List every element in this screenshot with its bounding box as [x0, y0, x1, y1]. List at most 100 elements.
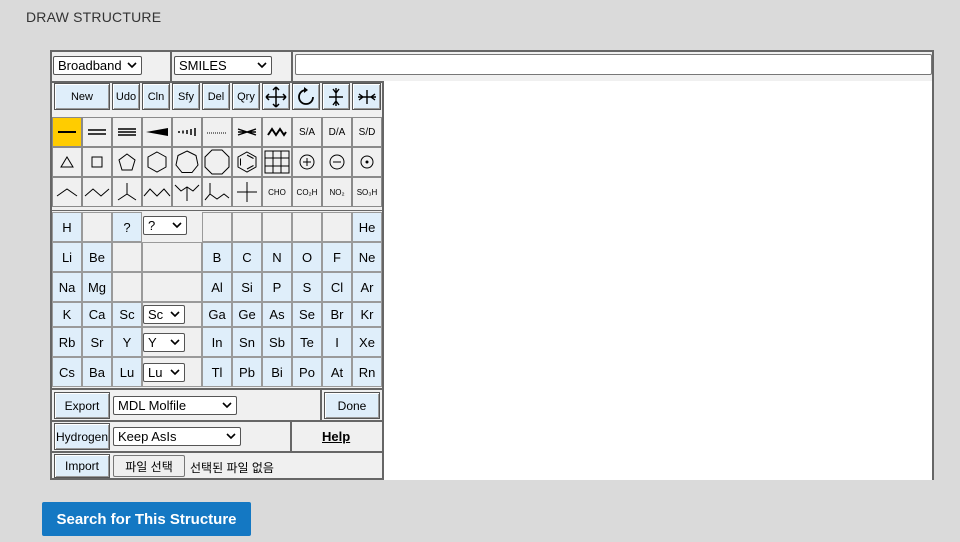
element-Sb[interactable]: Sb: [262, 327, 292, 357]
cyclobutane-tool[interactable]: [82, 147, 112, 177]
flip-horizontal-button[interactable]: [352, 83, 381, 110]
element-P[interactable]: P: [262, 272, 292, 302]
single-bond-tool[interactable]: [52, 117, 82, 147]
co2h-group-tool[interactable]: CO₂H: [292, 177, 322, 207]
element-Bi[interactable]: Bi: [262, 357, 292, 387]
element-Rn[interactable]: Rn: [352, 357, 382, 387]
element-F[interactable]: F: [322, 242, 352, 272]
element-O[interactable]: O: [292, 242, 322, 272]
element-C[interactable]: C: [232, 242, 262, 272]
nmr-mode-select[interactable]: Broadband: [53, 56, 142, 75]
clean-button[interactable]: Cln: [142, 83, 170, 110]
hydrogen-mode-select[interactable]: Keep AsIs: [113, 427, 241, 446]
delete-button[interactable]: Del: [202, 83, 230, 110]
query-button[interactable]: Qry: [232, 83, 260, 110]
export-format-select[interactable]: MDL Molfile: [113, 396, 237, 415]
help-link[interactable]: Help: [322, 429, 350, 444]
search-structure-button[interactable]: Search for This Structure: [42, 502, 251, 536]
element-Rb[interactable]: Rb: [52, 327, 82, 357]
stereo-button[interactable]: Sfy: [172, 83, 200, 110]
element-query-select[interactable]: ?: [143, 216, 187, 235]
element-Ge[interactable]: Ge: [232, 302, 262, 327]
element-S[interactable]: S: [292, 272, 322, 302]
element-series-select[interactable]: Lu: [143, 363, 185, 382]
element-series-select[interactable]: Sc: [143, 305, 185, 324]
smiles-input[interactable]: [295, 54, 932, 75]
export-button[interactable]: Export: [54, 392, 110, 419]
element-Cs[interactable]: Cs: [52, 357, 82, 387]
element-Xe[interactable]: Xe: [352, 327, 382, 357]
element-Ca[interactable]: Ca: [82, 302, 112, 327]
isobutyl-tool[interactable]: [172, 177, 202, 207]
move-tool-button[interactable]: [262, 83, 290, 110]
tert-butyl-tool[interactable]: [202, 177, 232, 207]
chain-2-tool[interactable]: [52, 177, 82, 207]
element-Lu[interactable]: Lu: [112, 357, 142, 387]
cyclooctane-tool[interactable]: [202, 147, 232, 177]
element-Ga[interactable]: Ga: [202, 302, 232, 327]
chain-3-tool[interactable]: [82, 177, 112, 207]
branch-tool[interactable]: [112, 177, 142, 207]
element-Tl[interactable]: Tl: [202, 357, 232, 387]
import-button[interactable]: Import: [54, 454, 110, 478]
hash-bond-tool[interactable]: [172, 117, 202, 147]
negative-charge-tool[interactable]: [322, 147, 352, 177]
element-Kr[interactable]: Kr: [352, 302, 382, 327]
cyclohexane-tool[interactable]: [142, 147, 172, 177]
new-button[interactable]: New: [54, 83, 110, 110]
element-Ba[interactable]: Ba: [82, 357, 112, 387]
hydrogen-button[interactable]: Hydrogen: [54, 423, 110, 450]
element-N[interactable]: N: [262, 242, 292, 272]
cyclopentane-tool[interactable]: [112, 147, 142, 177]
element-I[interactable]: I: [322, 327, 352, 357]
chain-tool[interactable]: [262, 117, 292, 147]
element-B[interactable]: B: [202, 242, 232, 272]
element-Br[interactable]: Br: [322, 302, 352, 327]
any-bond-tool[interactable]: [202, 117, 232, 147]
so3h-group-tool[interactable]: SO₃H: [352, 177, 382, 207]
element-series-select[interactable]: Y: [143, 333, 185, 352]
file-choose-button[interactable]: 파일 선택: [113, 455, 185, 477]
element-Ar[interactable]: Ar: [352, 272, 382, 302]
element-Po[interactable]: Po: [292, 357, 322, 387]
element-Cl[interactable]: Cl: [322, 272, 352, 302]
rotate-tool-button[interactable]: [292, 83, 320, 110]
benzene-tool[interactable]: [232, 147, 262, 177]
positive-charge-tool[interactable]: [292, 147, 322, 177]
radical-tool[interactable]: [352, 147, 382, 177]
element-Sc[interactable]: Sc: [112, 302, 142, 327]
undo-button[interactable]: Udo: [112, 83, 140, 110]
triple-bond-tool[interactable]: [112, 117, 142, 147]
no2-group-tool[interactable]: NO₂: [322, 177, 352, 207]
drawing-canvas[interactable]: [382, 81, 932, 480]
cross-bond-tool[interactable]: [232, 117, 262, 147]
element-Te[interactable]: Te: [292, 327, 322, 357]
input-format-select[interactable]: SMILES: [174, 56, 272, 75]
double-bond-tool[interactable]: [82, 117, 112, 147]
element-He[interactable]: He: [352, 212, 382, 242]
element-Ne[interactable]: Ne: [352, 242, 382, 272]
element-In[interactable]: In: [202, 327, 232, 357]
element-Be[interactable]: Be: [82, 242, 112, 272]
element-Se[interactable]: Se: [292, 302, 322, 327]
template-grid-tool[interactable]: [262, 147, 292, 177]
element-query[interactable]: ?: [112, 212, 142, 242]
cycloheptane-tool[interactable]: [172, 147, 202, 177]
element-Pb[interactable]: Pb: [232, 357, 262, 387]
done-button[interactable]: Done: [324, 392, 380, 419]
wedge-bond-tool[interactable]: [142, 117, 172, 147]
element-Si[interactable]: Si: [232, 272, 262, 302]
sa-bond-tool[interactable]: S/A: [292, 117, 322, 147]
element-Na[interactable]: Na: [52, 272, 82, 302]
sd-bond-tool[interactable]: S/D: [352, 117, 382, 147]
element-Y[interactable]: Y: [112, 327, 142, 357]
element-Sn[interactable]: Sn: [232, 327, 262, 357]
element-H[interactable]: H: [52, 212, 82, 242]
element-Li[interactable]: Li: [52, 242, 82, 272]
element-K[interactable]: K: [52, 302, 82, 327]
cyclopropane-tool[interactable]: [52, 147, 82, 177]
cross-tool[interactable]: [232, 177, 262, 207]
element-At[interactable]: At: [322, 357, 352, 387]
chain-4-tool[interactable]: [142, 177, 172, 207]
element-Mg[interactable]: Mg: [82, 272, 112, 302]
